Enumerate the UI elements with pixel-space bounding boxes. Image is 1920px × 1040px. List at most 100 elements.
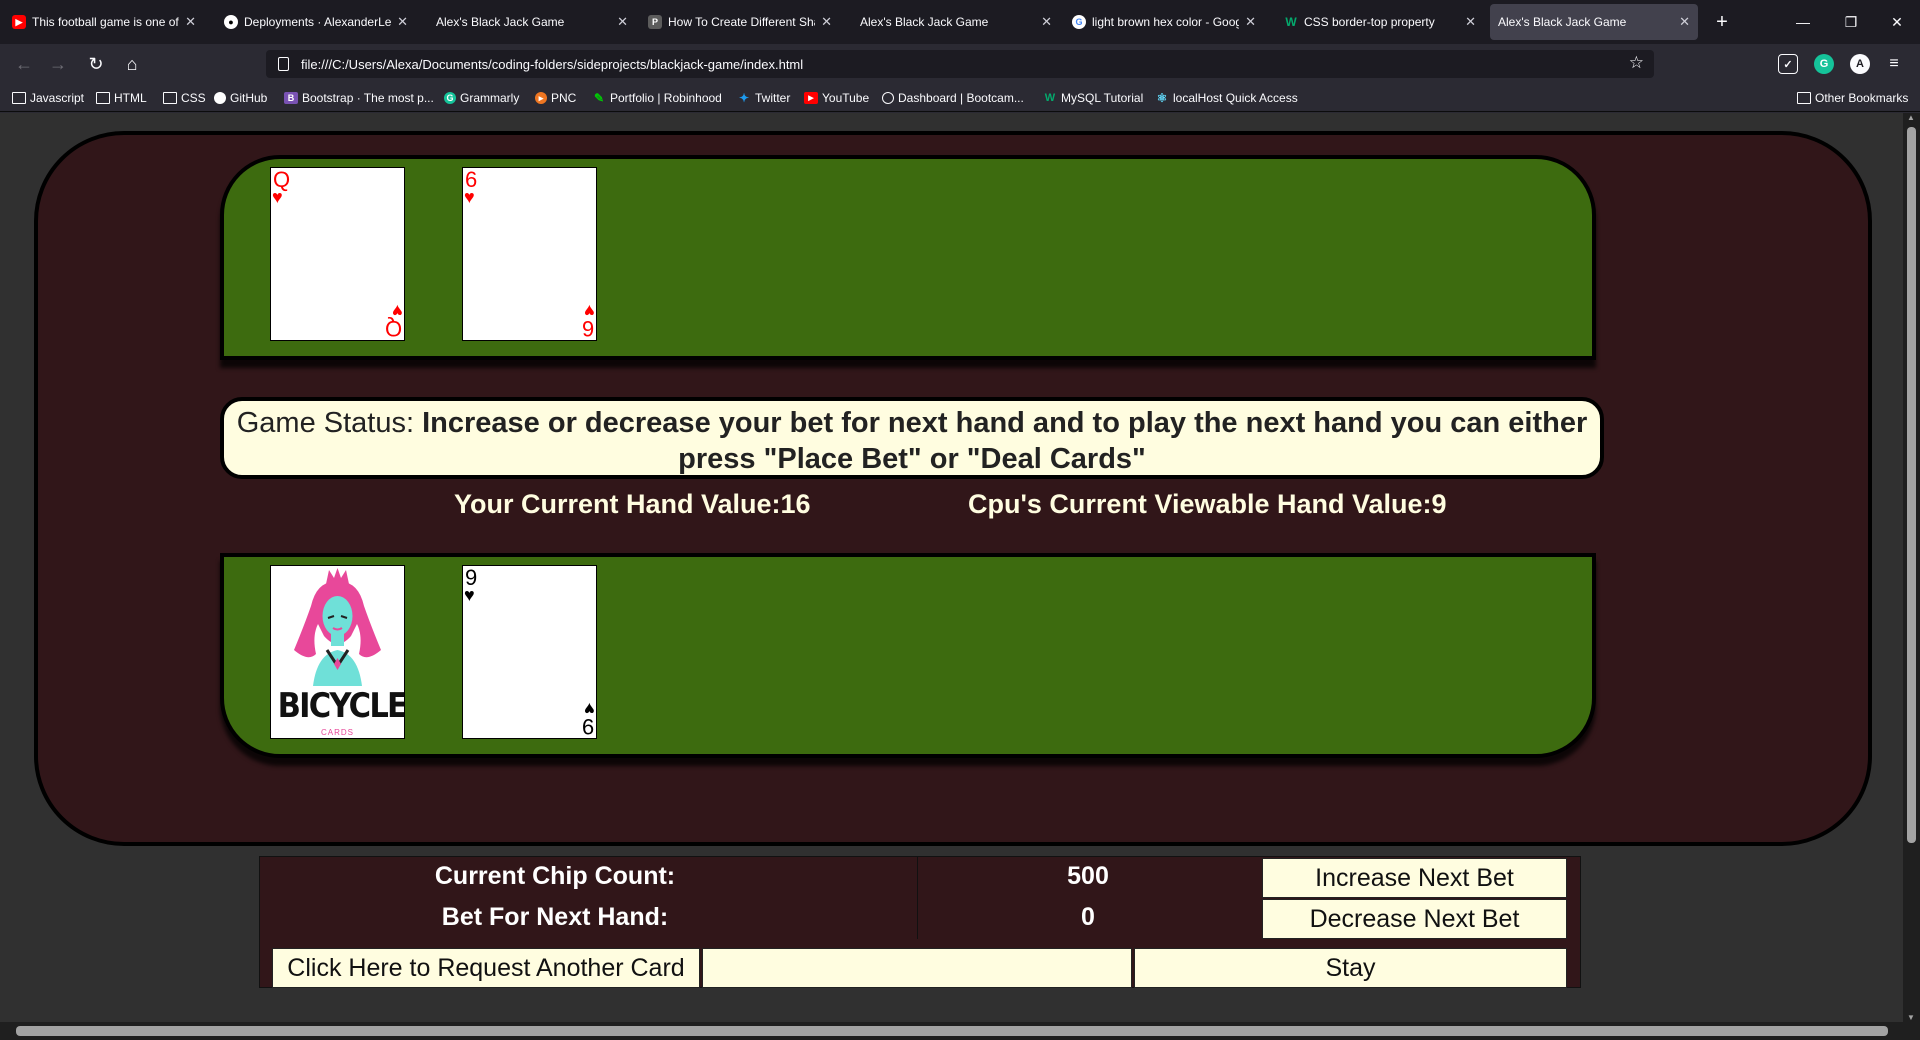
scroll-down-icon[interactable]: ▼	[1907, 1013, 1915, 1022]
folder-icon	[163, 92, 177, 104]
bookmark-label: Grammarly	[460, 91, 520, 105]
player-area: BICYCLE CARDS 9 ♥ ♥ 9	[220, 553, 1596, 758]
minimize-button[interactable]: —	[1788, 10, 1818, 34]
close-icon[interactable]: ✕	[1245, 14, 1256, 30]
tab-title: light brown hex color - Googl	[1092, 15, 1240, 29]
tab-3[interactable]: P How To Create Different Shap ✕	[640, 4, 840, 40]
bookmark-mysql[interactable]: W MySQL Tutorial	[1043, 89, 1143, 107]
tab-2[interactable]: Alex's Black Jack Game ✕	[428, 4, 636, 40]
reload-button[interactable]: ↻	[84, 52, 108, 76]
close-icon[interactable]: ✕	[397, 14, 408, 30]
card-brand: BICYCLE	[277, 686, 405, 726]
youtube-icon: ▶	[804, 92, 818, 104]
game-status-box: Game Status: Increase or decrease your b…	[220, 397, 1604, 479]
home-button[interactable]: ⌂	[120, 52, 144, 76]
card-back: BICYCLE CARDS	[270, 565, 405, 739]
dealer-card: Q ♥ ♥ Q	[270, 167, 405, 341]
bookmark-css[interactable]: CSS	[163, 89, 206, 107]
bookmark-label: GitHub	[230, 91, 268, 105]
tab-bar: ▶ This football game is one of a ✕ ● Dep…	[0, 0, 1920, 44]
page-icon	[278, 57, 289, 71]
tab-4[interactable]: Alex's Black Jack Game ✕	[852, 4, 1060, 40]
google-icon: G	[1072, 15, 1086, 29]
controls-panel: Current Chip Count: Bet For Next Hand: 5…	[259, 856, 1581, 988]
bookmark-pnc[interactable]: ▸ PNC	[535, 89, 576, 107]
close-icon[interactable]: ✕	[1465, 14, 1476, 30]
bookmark-star-icon[interactable]: ☆	[1629, 53, 1644, 73]
close-icon[interactable]: ✕	[1679, 14, 1690, 30]
horizontal-scrollbar[interactable]	[0, 1022, 1920, 1040]
dealer-card: 6 ♥ ♥ 6	[462, 167, 597, 341]
scroll-thumb[interactable]	[1907, 127, 1916, 843]
bookmark-robinhood[interactable]: ✎ Portfolio | Robinhood	[592, 89, 722, 107]
menu-icon[interactable]: ≡	[1884, 54, 1904, 74]
pocket-icon[interactable]: ✓	[1778, 54, 1798, 74]
bootstrap-icon: B	[284, 92, 298, 104]
scroll-thumb[interactable]	[16, 1026, 1888, 1036]
decrease-bet-button[interactable]: Decrease Next Bet	[1262, 899, 1567, 939]
blackjack-table: Q ♥ ♥ Q 6 ♥ ♥ 6 Game Status: Increase or…	[34, 131, 1872, 846]
tab-title: This football game is one of a	[32, 15, 180, 29]
scroll-up-icon[interactable]: ▲	[1907, 113, 1915, 122]
tab-0[interactable]: ▶ This football game is one of a ✕	[4, 4, 204, 40]
tab-title: Deployments · AlexanderLein	[244, 15, 392, 29]
account-icon[interactable]: A	[1850, 54, 1870, 74]
tab-title: Alex's Black Jack Game	[860, 15, 989, 29]
bookmark-label: MySQL Tutorial	[1061, 91, 1144, 105]
grammarly-icon[interactable]: G	[1814, 54, 1834, 74]
bookmark-label: YouTube	[822, 91, 870, 105]
back-button[interactable]: ←	[12, 52, 36, 76]
next-hand-button[interactable]: Next Hand	[702, 948, 1132, 988]
robinhood-icon: ✎	[593, 91, 605, 105]
tab-1[interactable]: ● Deployments · AlexanderLein ✕	[216, 4, 416, 40]
forward-button[interactable]: →	[46, 52, 70, 76]
tab-5[interactable]: G light brown hex color - Googl ✕	[1064, 4, 1264, 40]
pnc-icon: ▸	[535, 92, 547, 104]
status-message: Increase or decrease your bet for next h…	[422, 407, 1588, 475]
stay-button[interactable]: Stay	[1134, 948, 1567, 988]
bookmark-label: Javascript	[30, 91, 85, 105]
restore-button[interactable]: ❐	[1836, 10, 1866, 34]
bookmark-github[interactable]: GitHub	[214, 89, 267, 107]
card-rank: 6	[581, 316, 594, 341]
close-window-button[interactable]: ✕	[1882, 10, 1912, 34]
bet-value: 0	[1081, 903, 1095, 931]
bookmark-grammarly[interactable]: G Grammarly	[444, 89, 519, 107]
increase-bet-button[interactable]: Increase Next Bet	[1262, 858, 1567, 898]
folder-icon	[1797, 92, 1811, 104]
bookmark-youtube[interactable]: ▶ YouTube	[804, 89, 869, 107]
other-bookmarks[interactable]: Other Bookmarks	[1797, 89, 1908, 107]
grammarly-icon: G	[444, 92, 456, 104]
card-rank: Q	[384, 316, 402, 341]
close-icon[interactable]: ✕	[821, 14, 832, 30]
cpu-hand-value: Cpu's Current Viewable Hand Value:9	[968, 489, 1447, 519]
bookmark-dashboard[interactable]: Dashboard | Bootcam...	[882, 89, 1024, 107]
bookmark-twitter[interactable]: ✦ Twitter	[737, 89, 790, 107]
dealer-area: Q ♥ ♥ Q 6 ♥ ♥ 6	[220, 155, 1596, 360]
folder-icon	[12, 92, 26, 104]
p-icon: P	[648, 15, 662, 29]
bookmark-label: HTML	[114, 91, 147, 105]
vertical-scrollbar[interactable]: ▲ ▼	[1903, 113, 1920, 1022]
other-bookmarks-label: Other Bookmarks	[1815, 91, 1909, 105]
bookmark-localhost[interactable]: ⚛ localHost Quick Access	[1155, 89, 1298, 107]
heart-icon: ♥	[464, 187, 475, 207]
bookmark-bootstrap[interactable]: B Bootstrap · The most p...	[284, 89, 434, 107]
close-icon[interactable]: ✕	[1041, 14, 1052, 30]
close-icon[interactable]: ✕	[185, 14, 196, 30]
github-icon: ●	[224, 15, 238, 29]
close-icon[interactable]: ✕	[617, 14, 628, 30]
bookmark-html[interactable]: HTML	[96, 89, 147, 107]
tab-6[interactable]: W CSS border-top property ✕	[1276, 4, 1484, 40]
url-bar[interactable]: file:///C:/Users/Alexa/Documents/coding-…	[266, 50, 1654, 78]
nav-bar: ← → ↻ ⌂ file:///C:/Users/Alexa/Documents…	[0, 44, 1920, 84]
hit-button[interactable]: Click Here to Request Another Card	[272, 948, 700, 988]
new-tab-button[interactable]: +	[1710, 10, 1734, 34]
bookmark-label: Portfolio | Robinhood	[610, 91, 722, 105]
bookmark-javascript[interactable]: Javascript	[12, 89, 84, 107]
player-card: 9 ♥ ♥ 9	[462, 565, 597, 739]
card-rank: 9	[581, 714, 594, 739]
tab-7-active[interactable]: Alex's Black Jack Game ✕	[1490, 4, 1698, 40]
chip-count-value: 500	[1067, 862, 1109, 890]
bookmark-label: Twitter	[755, 91, 791, 105]
